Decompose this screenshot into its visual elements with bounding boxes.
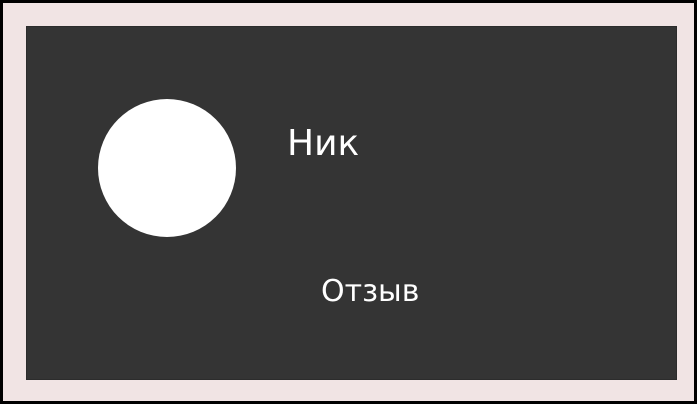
review-card: Ник Отзыв — [26, 26, 677, 380]
review-text: Отзыв — [321, 274, 420, 309]
nickname: Ник — [287, 123, 360, 164]
avatar — [98, 99, 236, 237]
review-card-frame: Ник Отзыв — [0, 0, 697, 404]
